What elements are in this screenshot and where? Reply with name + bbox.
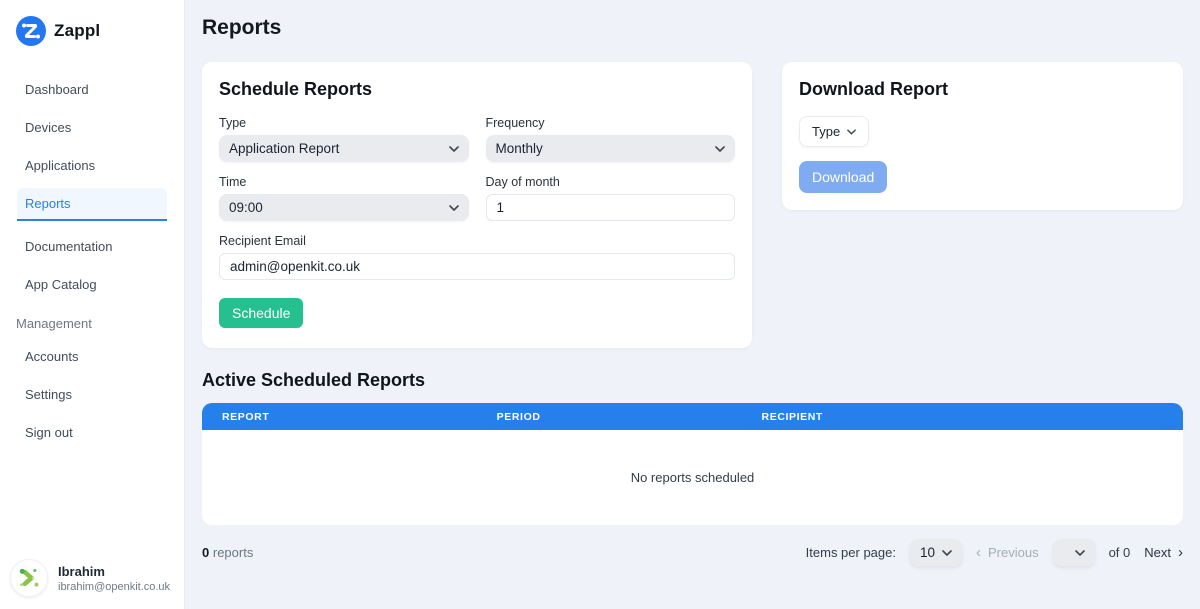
download-type-select[interactable]: Type xyxy=(799,116,869,147)
column-header-recipient: RECIPIENT xyxy=(742,411,1183,423)
sidebar-nav: Dashboard Devices Applications Reports D… xyxy=(0,74,184,455)
type-select[interactable]: Application Report xyxy=(219,135,469,162)
zappl-logo-icon xyxy=(16,16,46,46)
scheduled-reports-table: REPORT PERIOD RECIPIENT No reports sched… xyxy=(202,403,1183,525)
items-per-page-label: Items per page: xyxy=(806,545,896,560)
frequency-label: Frequency xyxy=(486,116,736,130)
day-of-month-input[interactable] xyxy=(486,194,736,221)
openkit-avatar-icon xyxy=(14,563,44,593)
sidebar-item-app-catalog[interactable]: App Catalog xyxy=(17,269,167,300)
user-name: Ibrahim xyxy=(58,564,170,579)
chevron-down-icon xyxy=(942,550,952,556)
page-title: Reports xyxy=(202,0,1183,40)
schedule-reports-title: Schedule Reports xyxy=(219,79,735,100)
brand-logo[interactable]: Zappl xyxy=(0,0,184,56)
schedule-reports-card: Schedule Reports Type Application Report… xyxy=(202,62,752,348)
report-count-suffix: reports xyxy=(213,545,253,560)
sidebar-item-dashboard[interactable]: Dashboard xyxy=(17,74,167,105)
time-select-value: 09:00 xyxy=(229,200,263,215)
chevron-down-icon xyxy=(847,129,856,135)
frequency-select-value: Monthly xyxy=(496,141,543,156)
frequency-select[interactable]: Monthly xyxy=(486,135,736,162)
download-report-title: Download Report xyxy=(799,79,1166,100)
page-select[interactable] xyxy=(1053,539,1095,566)
type-select-value: Application Report xyxy=(229,141,339,156)
sidebar-section-management: Management xyxy=(16,316,184,331)
sidebar-item-documentation[interactable]: Documentation xyxy=(17,231,167,262)
column-header-period: PERIOD xyxy=(477,411,742,423)
download-type-label: Type xyxy=(812,124,840,139)
table-empty-state: No reports scheduled xyxy=(202,430,1183,525)
avatar xyxy=(10,559,48,597)
items-per-page-value: 10 xyxy=(920,545,935,560)
brand-name: Zappl xyxy=(54,21,100,41)
chevron-right-icon: › xyxy=(1178,545,1183,560)
sidebar-item-accounts[interactable]: Accounts xyxy=(17,341,167,372)
sidebar-item-sign-out[interactable]: Sign out xyxy=(17,417,167,448)
next-button[interactable]: Next › xyxy=(1144,545,1183,560)
chevron-down-icon xyxy=(715,146,725,152)
previous-label: Previous xyxy=(988,545,1039,560)
report-count: 0 reports xyxy=(202,545,253,560)
next-label: Next xyxy=(1144,545,1171,560)
time-label: Time xyxy=(219,175,469,189)
time-select[interactable]: 09:00 xyxy=(219,194,469,221)
items-per-page-select[interactable]: 10 xyxy=(910,539,962,566)
user-email: ibrahim@openkit.co.uk xyxy=(58,581,170,593)
sidebar-item-applications[interactable]: Applications xyxy=(17,150,167,181)
total-pages: 0 xyxy=(1123,545,1130,560)
pagination: Items per page: 10 ‹ Previous of 0 Next … xyxy=(806,539,1183,566)
chevron-left-icon: ‹ xyxy=(976,545,981,560)
sidebar: Zappl Dashboard Devices Applications Rep… xyxy=(0,0,185,609)
of-label: of xyxy=(1109,545,1120,560)
main-content: Reports Schedule Reports Type Applicatio… xyxy=(185,0,1200,609)
type-label: Type xyxy=(219,116,469,130)
previous-button[interactable]: ‹ Previous xyxy=(976,545,1039,560)
user-profile[interactable]: Ibrahim ibrahim@openkit.co.uk xyxy=(10,559,170,597)
report-count-number: 0 xyxy=(202,545,209,560)
empty-message: No reports scheduled xyxy=(631,470,755,485)
active-scheduled-reports-title: Active Scheduled Reports xyxy=(202,370,1183,391)
schedule-button[interactable]: Schedule xyxy=(219,298,303,328)
table-footer: 0 reports Items per page: 10 ‹ Previous … xyxy=(202,539,1183,566)
sidebar-item-settings[interactable]: Settings xyxy=(17,379,167,410)
chevron-down-icon xyxy=(449,205,459,211)
sidebar-item-devices[interactable]: Devices xyxy=(17,112,167,143)
chevron-down-icon xyxy=(1075,550,1085,556)
download-report-card: Download Report Type Download xyxy=(782,62,1183,210)
day-of-month-label: Day of month xyxy=(486,175,736,189)
table-header-row: REPORT PERIOD RECIPIENT xyxy=(202,403,1183,430)
recipient-email-label: Recipient Email xyxy=(219,234,735,248)
chevron-down-icon xyxy=(449,146,459,152)
recipient-email-input[interactable] xyxy=(219,253,735,280)
column-header-report: REPORT xyxy=(202,411,477,423)
sidebar-item-reports[interactable]: Reports xyxy=(17,188,167,221)
page-of-total: of 0 xyxy=(1109,545,1131,560)
download-button[interactable]: Download xyxy=(799,161,887,193)
